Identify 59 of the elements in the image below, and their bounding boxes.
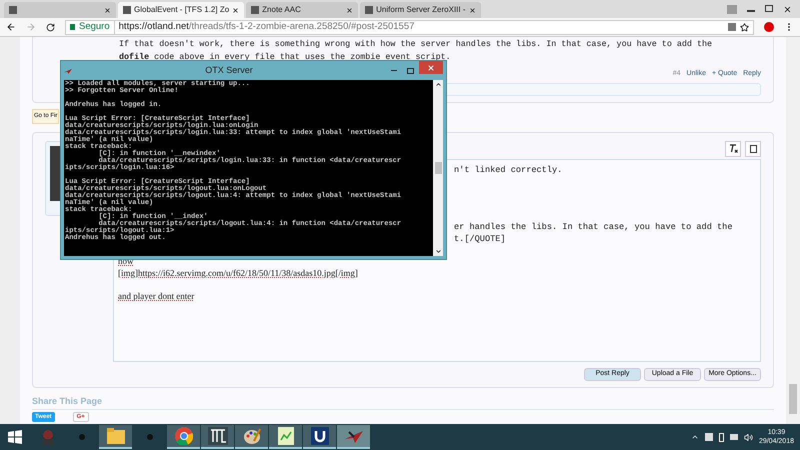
maximize-icon[interactable] (407, 68, 414, 74)
dot-icon (146, 434, 152, 440)
folder-icon (106, 428, 124, 444)
pillars-icon (208, 427, 228, 445)
palette-icon (242, 427, 260, 445)
clear-format-button[interactable] (725, 140, 741, 156)
scrollbar-thumb[interactable] (434, 162, 442, 174)
scrollbar-thumb[interactable] (789, 384, 797, 414)
close-icon (427, 64, 435, 72)
battery-icon[interactable] (718, 432, 724, 442)
caret-icon[interactable] (690, 433, 699, 441)
windows-logo-icon (8, 430, 22, 444)
address-field[interactable]: Seguro https://otland.net/threads/tfs-1-2-zombie-arena.258250/#post-2501557 (65, 20, 754, 34)
close-tab-icon[interactable] (346, 6, 354, 14)
close-icon[interactable] (783, 5, 792, 14)
clear-format-icon (728, 144, 738, 153)
editor-text: er handles the libs. In that case, you have to add the (454, 220, 734, 232)
restore-icon[interactable] (765, 5, 773, 12)
editor-text: n't linked correctly. (454, 164, 564, 176)
close-tab-icon[interactable] (104, 6, 111, 14)
browser-tab[interactable]: GlobalEvent - [TFS 1.2] Zo (118, 2, 244, 18)
editor-text: and player dont enter (118, 290, 196, 302)
browser-tab[interactable]: Znote AAC (246, 2, 358, 18)
editor-text: now (118, 254, 134, 266)
reload-icon[interactable] (46, 22, 55, 32)
section-heading: Share This Page (32, 394, 774, 410)
favicon-icon (251, 6, 260, 14)
window-title: OTX Server (204, 64, 254, 77)
browser-icon (174, 427, 192, 445)
taskbar-app-button[interactable] (269, 425, 302, 449)
close-tab-icon[interactable] (232, 6, 240, 14)
extension-icon[interactable] (764, 22, 774, 32)
taskbar-app-button[interactable] (167, 425, 200, 449)
scroll-down-icon[interactable] (434, 248, 442, 255)
back-icon[interactable] (6, 22, 16, 32)
post-text: dofile code above in every file that uses the zombie event script. (119, 51, 452, 64)
favicon-icon (365, 6, 374, 14)
dot-icon (78, 434, 84, 440)
taskbar-app-button[interactable] (201, 425, 234, 449)
secure-label: Seguro (79, 20, 115, 34)
jet-icon (344, 429, 362, 443)
editor-text: [img]https://i62.servimg.com/u/f62/18/50/11/38/asdas10.jpg[/img] (118, 266, 359, 278)
speaker-icon[interactable] (744, 432, 753, 442)
lock-icon (70, 24, 75, 30)
browser-tab[interactable]: Uniform Server ZeroXIII - (360, 2, 481, 18)
star-icon[interactable] (740, 22, 749, 32)
editor-text: t.[/QUOTE] (454, 232, 507, 244)
post-text: If that doesn't work, there is something wrong with how the server handles the libs. In that case, you have to add the (119, 38, 714, 51)
scroll-up-icon[interactable] (434, 81, 442, 88)
favicon-icon (9, 6, 17, 14)
close-button[interactable] (419, 61, 443, 74)
url-text: https://otland.net/threads/tfs-1-2-zombie-arena.258250/#post-2501557 (118, 20, 414, 34)
notepad-icon (278, 427, 294, 445)
close-tab-icon[interactable] (468, 6, 476, 14)
favicon-icon (123, 6, 131, 14)
browser-tab[interactable] (4, 2, 116, 18)
taskbar-app-button[interactable] (303, 425, 336, 449)
jet-icon (64, 68, 72, 74)
letter-u-icon (310, 427, 328, 445)
